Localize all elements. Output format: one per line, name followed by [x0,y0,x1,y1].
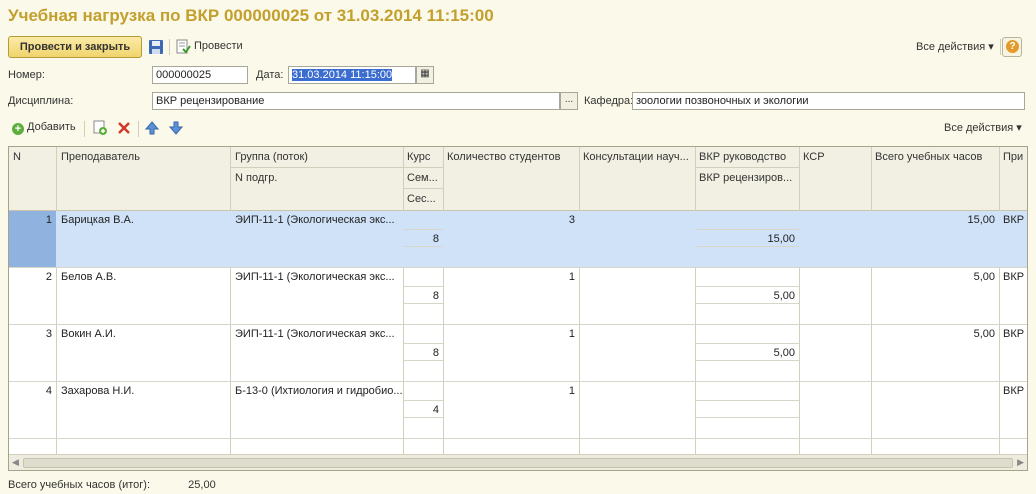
row-group: ЭИП-11-1 (Экологическая экс... [235,214,395,226]
row-subcell [695,400,799,418]
number-field[interactable]: 000000025 [152,66,248,84]
add-icon: + [12,123,24,135]
all-actions-menu[interactable]: Все действия ▾ [916,40,994,53]
col-n[interactable]: N [9,147,56,167]
header-divider [231,167,443,168]
scroll-left-icon[interactable]: ◀ [12,457,19,468]
col-group[interactable]: Группа (поток) [231,147,403,167]
horizontal-scrollbar[interactable]: ◀ ▶ [9,454,1027,470]
row-group: ЭИП-11-1 (Экологическая экс... [235,328,395,340]
table-all-actions-menu[interactable]: Все действия ▾ [944,121,1022,134]
dropdown-arrow-icon: ▾ [988,41,994,53]
row-students: 1 [568,385,575,397]
row-n: 4 [45,385,52,397]
post-button[interactable]: Провести [194,40,243,52]
row-teacher: Захарова Н.И. [61,385,135,397]
calendar-button[interactable]: ▦ [416,66,434,84]
table-row[interactable]: 2 Белов А.В. ЭИП-11-1 (Экологическая экс… [9,268,1027,325]
row-vkr-review: 5,00 [773,347,795,359]
row-vkr-review: 15,00 [767,233,795,245]
col-semester[interactable]: Сем... [403,168,443,188]
row-semester: 8 [432,347,439,359]
number-label: Номер: [8,69,45,81]
table-header: N Преподаватель Группа (поток) N подгр. … [9,147,1027,211]
help-icon: ? [1006,40,1019,53]
scroll-right-icon[interactable]: ▶ [1017,457,1024,468]
row-students: 1 [568,328,575,340]
dropdown-arrow-icon: ▾ [1016,122,1022,134]
row-note: ВКР [1003,328,1025,340]
row-group: ЭИП-11-1 (Экологическая экс... [235,271,395,283]
row-total: 5,00 [973,271,995,283]
row-semester: 8 [432,233,439,245]
row-teacher: Белов А.В. [61,271,117,283]
discipline-label: Дисциплина: [8,95,74,107]
row-n: 1 [45,214,52,226]
table-all-actions-label: Все действия [944,122,1014,134]
row-n: 3 [45,328,52,340]
add-row-button[interactable]: + Добавить [12,121,76,135]
total-footer: Всего учебных часов (итог): 25,00 [8,479,216,491]
window-title: Учебная нагрузка по ВКР 000000025 от 31.… [8,6,494,25]
row-group: Б-13-0 (Ихтиология и гидробио... [235,385,403,397]
add-label: Добавить [27,121,76,133]
delete-icon[interactable] [116,120,132,136]
row-students: 1 [568,271,575,283]
toolbar-separator [84,121,85,137]
main-toolbar: Провести и закрыть Провести Все действия… [8,36,1028,58]
row-semester: 4 [432,404,439,416]
date-value: 31.03.2014 11:15:00 [292,69,393,81]
row-total: 5,00 [973,328,995,340]
row-note: ВКР [1003,385,1025,397]
all-actions-label: Все действия [916,41,986,53]
scrollbar-thumb[interactable] [23,458,1013,468]
post-document-icon [176,39,191,54]
save-icon[interactable] [148,39,164,55]
table-row[interactable]: 1 Барицкая В.А. ЭИП-11-1 (Экологическая … [9,211,1027,268]
help-button[interactable]: ? [1002,37,1022,57]
col-session[interactable]: Сес... [403,189,443,209]
col-note[interactable]: При [999,147,1027,167]
row-students: 3 [568,214,575,226]
total-hours-label: Всего учебных часов (итог): [8,479,151,491]
discipline-field[interactable]: ВКР рецензирование [152,92,560,110]
date-label: Дата: [256,69,284,81]
col-total-hours[interactable]: Всего учебных часов [871,147,999,167]
calendar-icon: ▦ [420,68,430,79]
toolbar-separator [138,121,139,137]
row-note: ВКР [1003,271,1025,283]
row-teacher: Вокин А.И. [61,328,116,340]
toolbar-separator [169,39,170,55]
post-and-close-button[interactable]: Провести и закрыть [8,36,142,58]
table-row[interactable]: 3 Вокин А.И. ЭИП-11-1 (Экологическая экс… [9,325,1027,382]
table-row[interactable]: 4 Захарова Н.И. Б-13-0 (Ихтиология и гид… [9,382,1027,439]
workload-table: N Преподаватель Группа (поток) N подгр. … [8,146,1028,471]
row-total: 15,00 [967,214,995,226]
col-vkr-lead[interactable]: ВКР руководство [695,147,799,167]
move-down-icon[interactable] [168,120,184,136]
col-vkr-review[interactable]: ВКР рецензиров... [695,168,799,188]
move-up-icon[interactable] [144,120,160,136]
col-subgroup[interactable]: N подгр. [231,168,403,188]
col-ksr[interactable]: КСР [799,147,871,167]
row-semester: 8 [432,290,439,302]
row-teacher: Барицкая В.А. [61,214,134,226]
date-field[interactable]: 31.03.2014 11:15:00 [288,66,416,84]
department-label: Кафедра: [584,95,634,107]
col-students[interactable]: Количество студентов [443,147,579,167]
col-consult[interactable]: Консультации науч... [579,147,695,167]
col-course[interactable]: Курс [403,147,443,167]
total-hours-value: 25,00 [188,479,216,491]
row-n: 2 [45,271,52,283]
toolbar-separator [1000,39,1001,55]
discipline-choose-button[interactable]: ... [560,92,578,110]
row-note: ВКР [1003,214,1025,226]
header-divider [695,167,799,168]
row-vkr-review: 5,00 [773,290,795,302]
col-teacher[interactable]: Преподаватель [57,147,231,167]
department-field[interactable]: зоологии позвоночных и экологии [632,92,1025,110]
table-toolbar: + Добавить Все действия ▾ [8,118,1028,138]
copy-row-icon[interactable] [92,120,108,136]
header-divider [403,188,443,189]
